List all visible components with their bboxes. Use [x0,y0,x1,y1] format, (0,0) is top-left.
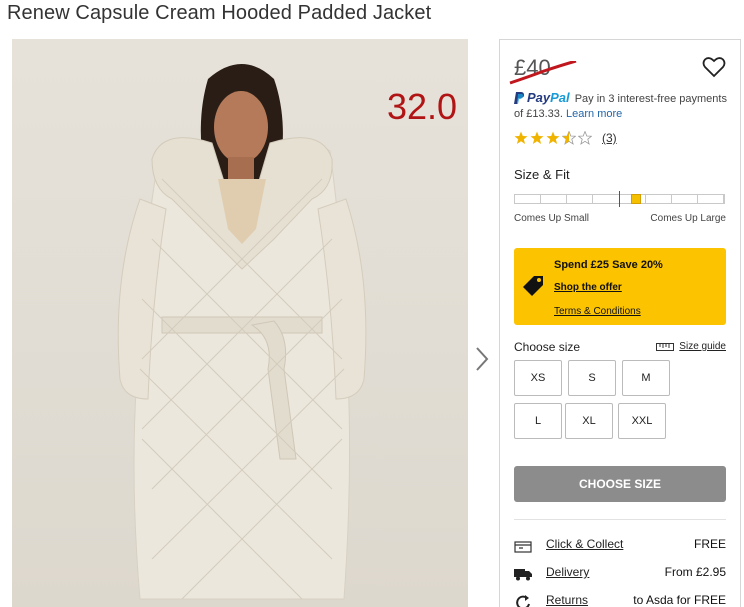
star-full-icon [514,131,528,144]
click-collect-value: FREE [693,537,726,551]
size-guide-link[interactable]: Size guide [656,341,726,352]
size-fit-high-label: Comes Up Large [650,213,726,224]
offer-banner: Spend £25 Save 20% Shop the offer Terms … [514,248,726,325]
star-half-icon [562,131,576,145]
star-full-icon [546,131,560,144]
delivery-link[interactable]: Delivery [546,565,589,579]
delivery-row-click-collect: Click & Collect FREE [514,537,726,555]
rating-count[interactable]: (3) [602,131,617,145]
paypal-installments: PayPal Pay in 3 interest-free payments o… [514,90,732,122]
truck-icon [514,569,532,581]
size-option-xl[interactable]: XL [565,403,613,439]
product-title: Renew Capsule Cream Hooded Padded Jacket [7,2,432,24]
paypal-icon [514,92,524,104]
ruler-icon [656,342,675,351]
size-fit-low-label: Comes Up Small [514,213,590,224]
size-option-l[interactable]: L [514,403,562,439]
star-full-icon [530,131,544,144]
purchase-panel: £40 PayPal Pay in 3 interest-free paymen… [499,39,741,607]
returns-value: to Asda for FREE [633,593,726,607]
click-collect-link[interactable]: Click & Collect [546,537,623,551]
paypal-logo: PayPal [527,90,570,105]
returns-link[interactable]: Returns [546,593,588,607]
store-icon [514,541,532,553]
price-tag-icon [523,276,543,296]
returns-icon [516,595,530,607]
star-empty-icon [578,131,592,145]
product-image: 32.0 [12,39,468,607]
choose-size-button[interactable]: CHOOSE SIZE [514,466,726,502]
size-option-s[interactable]: S [568,360,616,396]
sale-price: 32.0 [387,86,458,127]
divider [514,519,726,520]
size-option-m[interactable]: M [622,360,670,396]
old-price: £40 [509,55,577,85]
terms-link[interactable]: Terms & Conditions [554,306,641,317]
paypal-logo-pay: Pay [527,90,551,105]
size-fit-scale [514,191,725,207]
rating[interactable]: (3) [514,131,617,145]
size-fit-center-line [619,191,620,207]
wishlist-heart-icon[interactable] [702,56,726,78]
delivery-value: From £2.95 [664,565,726,579]
size-option-xs[interactable]: XS [514,360,562,396]
size-fit-marker [631,194,641,204]
delivery-row-delivery: Delivery From £2.95 [514,565,726,583]
size-guide-label: Size guide [679,341,726,352]
size-fit-title: Size & Fit [514,167,570,182]
shop-offer-link[interactable]: Shop the offer [554,282,622,293]
paypal-learn-more-link[interactable]: Learn more [566,108,622,120]
offer-title: Spend £25 Save 20% [554,259,663,271]
choose-size-label: Choose size [514,340,581,354]
delivery-row-returns: Returns to Asda for FREE [514,593,726,607]
old-price-value: £40 [514,55,551,80]
chevron-right-icon[interactable] [474,345,490,373]
size-option-xxl[interactable]: XXL [618,403,666,439]
paypal-logo-pal: Pal [550,90,570,105]
